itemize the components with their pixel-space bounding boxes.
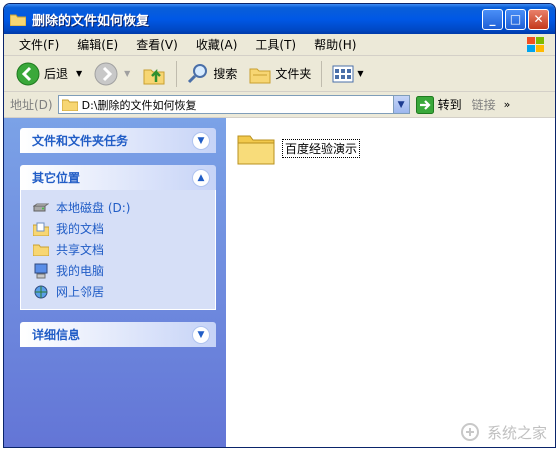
folders-label: 文件夹 bbox=[275, 67, 312, 81]
forward-button[interactable]: ▼ bbox=[88, 59, 136, 89]
links-label: 链接 bbox=[471, 98, 496, 112]
search-label: 搜索 bbox=[213, 67, 238, 81]
computer-icon bbox=[33, 263, 49, 279]
toolbar: 后退 ▼ ▼ 搜索 文件夹 ▼ bbox=[4, 56, 555, 92]
go-button[interactable]: 转到 bbox=[415, 95, 462, 114]
place-local-disk[interactable]: 本地磁盘 (D:) bbox=[33, 197, 215, 218]
main-area: 文件和文件夹任务 ▼ 其它位置 ▲ 本地磁盘 (D:) 我的文档 共享文档 我的… bbox=[4, 118, 555, 447]
address-path: D:\删除的文件如何恢复 bbox=[81, 98, 197, 112]
folders-icon bbox=[249, 68, 271, 83]
toolbar-separator bbox=[176, 60, 178, 87]
links-toolbar[interactable]: 链接 » bbox=[472, 96, 511, 113]
file-item[interactable]: 百度经验演示 bbox=[236, 130, 361, 166]
views-icon bbox=[332, 65, 354, 82]
place-label: 网上邻居 bbox=[56, 285, 105, 299]
place-network[interactable]: 网上邻居 bbox=[33, 281, 215, 302]
place-label: 我的文档 bbox=[56, 222, 105, 236]
search-icon bbox=[188, 63, 208, 83]
forward-dropdown-icon[interactable]: ▼ bbox=[124, 69, 130, 78]
go-label: 转到 bbox=[437, 98, 462, 112]
menu-help[interactable]: 帮助(H) bbox=[305, 36, 365, 53]
search-button[interactable]: 搜索 bbox=[181, 59, 243, 89]
other-places-title: 其它位置 bbox=[32, 171, 81, 185]
close-button[interactable]: ✕ bbox=[528, 8, 549, 30]
menu-bar: 文件(F) 编辑(E) 查看(V) 收藏(A) 工具(T) 帮助(H) bbox=[4, 34, 555, 56]
folders-button[interactable]: 文件夹 bbox=[243, 59, 317, 89]
toolbar-separator bbox=[321, 60, 323, 87]
address-input[interactable]: D:\删除的文件如何恢复 ▼ bbox=[57, 95, 410, 114]
title-bar[interactable]: 删除的文件如何恢复 _ □ ✕ bbox=[4, 4, 555, 34]
maximize-button[interactable]: □ bbox=[505, 8, 526, 30]
place-my-documents[interactable]: 我的文档 bbox=[33, 218, 215, 239]
menu-file[interactable]: 文件(F) bbox=[10, 36, 68, 53]
other-places-header[interactable]: 其它位置 ▲ bbox=[20, 165, 216, 190]
watermark-text: 系统之家 bbox=[486, 423, 547, 442]
file-view[interactable]: 百度经验演示 系统之家 bbox=[226, 118, 555, 447]
back-dropdown-icon[interactable]: ▼ bbox=[76, 69, 82, 78]
network-icon bbox=[33, 284, 49, 300]
window-controls: _ □ ✕ bbox=[482, 8, 549, 30]
details-panel: 详细信息 ▼ bbox=[20, 322, 216, 347]
place-my-computer[interactable]: 我的电脑 bbox=[33, 260, 215, 281]
views-dropdown-icon[interactable]: ▼ bbox=[357, 69, 363, 78]
place-label: 本地磁盘 (D:) bbox=[56, 201, 131, 215]
folder-icon bbox=[61, 99, 78, 111]
place-label: 我的电脑 bbox=[56, 264, 105, 278]
address-bar: 地址(D) D:\删除的文件如何恢复 ▼ 转到 链接 » bbox=[4, 92, 555, 118]
menu-view[interactable]: 查看(V) bbox=[127, 36, 187, 53]
chevron-down-icon[interactable]: ▼ bbox=[192, 325, 210, 344]
details-title: 详细信息 bbox=[32, 328, 81, 342]
file-item-label: 百度经验演示 bbox=[282, 138, 361, 158]
file-folder-tasks-panel: 文件和文件夹任务 ▼ bbox=[20, 128, 216, 153]
place-shared-documents[interactable]: 共享文档 bbox=[33, 239, 215, 260]
task-pane: 文件和文件夹任务 ▼ 其它位置 ▲ 本地磁盘 (D:) 我的文档 共享文档 我的… bbox=[4, 118, 226, 447]
folder-icon bbox=[33, 242, 49, 258]
folder-icon bbox=[10, 14, 26, 26]
place-label: 共享文档 bbox=[56, 243, 105, 257]
back-arrow-icon bbox=[16, 62, 40, 85]
details-header[interactable]: 详细信息 ▼ bbox=[20, 322, 216, 347]
other-places-panel: 其它位置 ▲ 本地磁盘 (D:) 我的文档 共享文档 我的电脑 网上邻居 bbox=[20, 165, 216, 310]
go-arrow-icon bbox=[415, 95, 434, 114]
watermark: 系统之家 bbox=[459, 421, 547, 443]
back-button[interactable]: 后退 ▼ bbox=[10, 59, 88, 89]
chevron-down-icon[interactable]: ▼ bbox=[192, 131, 210, 150]
windows-logo-icon bbox=[527, 37, 544, 52]
watermark-logo-icon bbox=[460, 423, 479, 441]
minimize-button[interactable]: _ bbox=[482, 8, 503, 30]
file-folder-tasks-header[interactable]: 文件和文件夹任务 ▼ bbox=[20, 128, 216, 153]
drive-icon bbox=[33, 200, 49, 216]
forward-arrow-icon bbox=[94, 62, 118, 85]
address-label: 地址(D) bbox=[10, 98, 53, 112]
other-places-list: 本地磁盘 (D:) 我的文档 共享文档 我的电脑 网上邻居 bbox=[20, 190, 216, 310]
explorer-window: 删除的文件如何恢复 _ □ ✕ 文件(F) 编辑(E) 查看(V) 收藏(A) … bbox=[3, 3, 556, 448]
folder-up-icon bbox=[143, 68, 165, 84]
menu-edit[interactable]: 编辑(E) bbox=[68, 36, 127, 53]
back-label: 后退 bbox=[44, 67, 69, 81]
file-folder-tasks-title: 文件和文件夹任务 bbox=[32, 134, 129, 148]
folder-icon bbox=[237, 135, 275, 165]
menu-tools[interactable]: 工具(T) bbox=[246, 36, 305, 53]
up-button[interactable] bbox=[136, 59, 172, 89]
menu-favorites[interactable]: 收藏(A) bbox=[187, 36, 247, 53]
chevron-up-icon[interactable]: ▲ bbox=[192, 168, 210, 187]
chevron-right-icon[interactable]: » bbox=[504, 98, 511, 111]
address-dropdown-button[interactable]: ▼ bbox=[392, 96, 409, 113]
documents-folder-icon bbox=[33, 221, 49, 237]
views-button[interactable]: ▼ bbox=[326, 59, 369, 89]
window-title: 删除的文件如何恢复 bbox=[32, 13, 150, 29]
